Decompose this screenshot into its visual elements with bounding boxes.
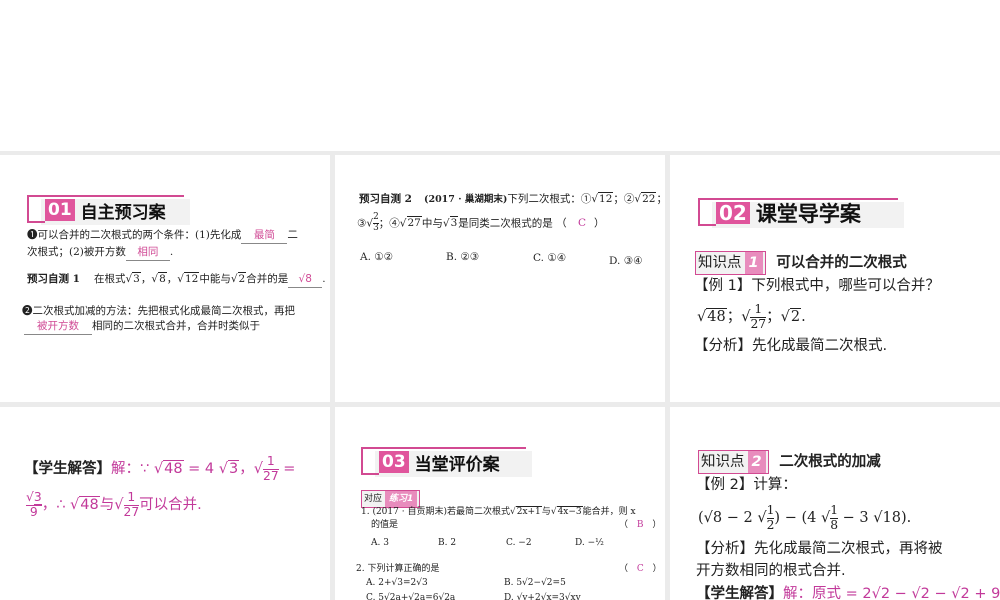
option-d: D. √y+2√x=3√xy <box>504 593 581 600</box>
question: 预习自测 2(2017 · 巢湖期末)下列二次根式：①√12；②√22； <box>359 192 665 205</box>
option-a: A. 3 <box>371 538 389 548</box>
preview-test-1: 预习自测 1 在根式√3，√8，√12中能与√2合并的是 √8. <box>27 271 326 288</box>
answer-line: 【学生解答】解：∵ √48 = 4 √3，√ 1 27 = <box>24 454 296 483</box>
analysis: 开方数相同的根式合并. <box>696 563 846 579</box>
answer-line: √3 9 ，∴ √48与√ 1 27 可以合并. <box>26 490 202 519</box>
question-1: 的值是 <box>371 520 399 530</box>
answer: （ C ） <box>619 564 662 574</box>
slide-self-preview[interactable]: 01 自主预习案 ❶可以合并的二次根式的两个条件：(1)先化成 最简二 次根式；(… <box>0 155 330 402</box>
option-b: B. ②③ <box>446 251 480 263</box>
option-a: A. ①② <box>360 251 394 263</box>
option-b: B. 2 <box>438 538 457 548</box>
question: ③√ 2 3 ；④√27中与√3是同类二次根式的是 （ C） <box>357 212 605 233</box>
knowledge-point-1: 知识点 1 可以合并的二次根式 <box>695 251 907 275</box>
section-title: 自主预习案 <box>80 202 166 223</box>
answer: （ B ） <box>619 520 662 530</box>
option-c: C. ①④ <box>533 252 567 264</box>
example-1: 【例 1】下列根式中，哪些可以合并？ <box>694 278 940 294</box>
method-line: 被开方数 相同的二次根式合并，合并时类似于 <box>24 318 260 335</box>
condition-line: ❶可以合并的二次根式的两个条件：(1)先化成 最简二 <box>27 227 298 244</box>
analysis: 【分析】先化成最简二次根式. <box>694 338 888 354</box>
section-title: 课堂导学案 <box>755 202 861 226</box>
slide-knowledge-point-2[interactable]: 知识点 2 二次根式的加减 【例 2】计算： (√8 − 2 √ 1 2) − (4 … <box>670 407 1000 600</box>
slide-preview-test-2[interactable]: 预习自测 2(2017 · 巢湖期末)下列二次根式：①√12；②√22； ③√2… <box>335 155 665 402</box>
analysis: 【分析】先化成最简二次根式，再将被 <box>696 541 943 557</box>
option-c: C. 5√2a+√2a=6√2a <box>366 593 456 600</box>
slide-class-evaluation[interactable]: 03 当堂评价案 对应 练习1 1. (2017 · 自贡期末)若最简二次根式√2… <box>335 407 665 600</box>
option-a: A. 2+√3=2√3 <box>366 578 428 588</box>
question-1: 1. (2017 · 自贡期末)若最简二次根式√2x+1与√4x−3能合并，则 … <box>361 506 636 517</box>
section-title: 当堂评价案 <box>414 454 500 475</box>
option-d: D. −½ <box>575 538 604 548</box>
section-header: 03 当堂评价案 <box>361 447 532 477</box>
section-number: 03 <box>379 451 409 473</box>
slide-class-guide[interactable]: 02 课堂导学案 知识点 1 可以合并的二次根式 【例 1】下列根式中，哪些可以合… <box>670 155 1000 402</box>
option-b: B. 5√2−√2=5 <box>504 578 566 588</box>
section-header: 01 自主预习案 <box>27 195 190 225</box>
example-2: 【例 2】计算： <box>696 477 797 493</box>
option-c: C. −2 <box>506 538 532 548</box>
example-2-expr: (√8 − 2 √ 1 2) − (4 √ 1 8 − 3 √18). <box>698 503 912 532</box>
section-header: 02 课堂导学案 <box>698 198 904 228</box>
option-d: D. ③④ <box>609 255 643 267</box>
slide-student-answer[interactable]: 【学生解答】解：∵ √48 = 4 √3，√ 1 27 = √3 9 ，∴ √48与√ 1… <box>0 407 330 600</box>
student-answer: 【学生解答】解：原式 = 2√2 − √2 − √2 + 9 <box>696 586 1000 600</box>
answer: C <box>577 217 586 230</box>
example-1-expr: √48；√ 1 27 ；√2. <box>697 302 806 331</box>
section-number: 02 <box>716 202 750 224</box>
knowledge-point-2: 知识点 2 二次根式的加减 <box>698 450 881 474</box>
section-number: 01 <box>45 199 75 221</box>
method-line: ❷二次根式加减的方法：先把根式化成最简二次根式，再把 <box>22 305 295 317</box>
condition-line: 次根式；(2)被开方数 相同. <box>27 244 173 261</box>
